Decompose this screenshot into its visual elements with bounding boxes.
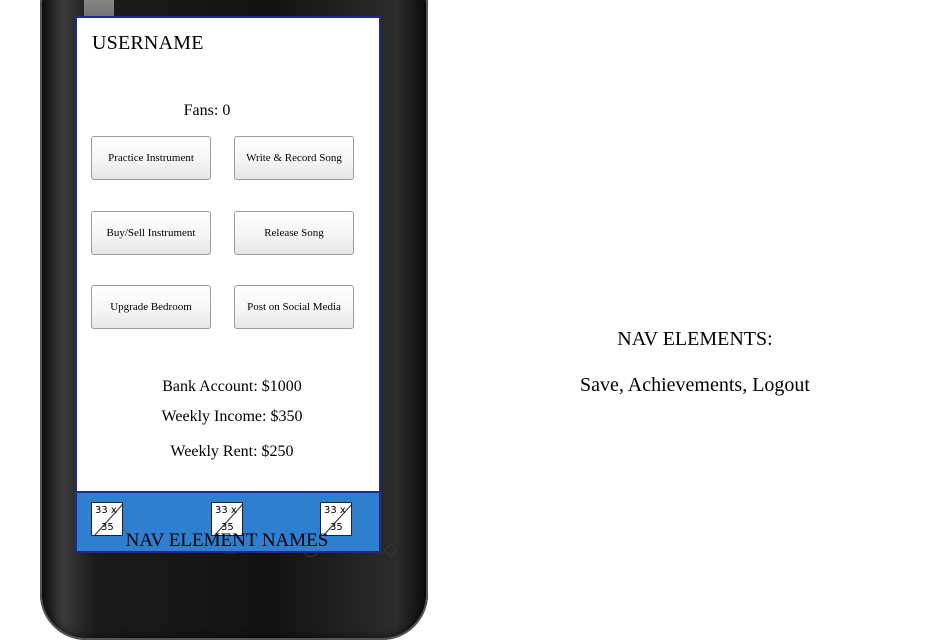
buy-sell-instrument-button[interactable]: Buy/Sell Instrument: [91, 211, 211, 255]
weekly-income-text: Weekly Income: $350: [161, 408, 303, 425]
nav-icon-size-top: 33 x: [215, 505, 237, 516]
post-social-media-button[interactable]: Post on Social Media: [234, 285, 354, 329]
username-label: USERNAME: [92, 32, 204, 54]
weekly-rent-text: Weekly Rent: $250: [170, 443, 294, 460]
nav-elements-heading: NAV ELEMENTS:: [617, 328, 773, 350]
nav-icon-size-top: 33 x: [324, 505, 346, 516]
app-screen: USERNAME Fans: 0 Practice Instrument Writ…: [75, 16, 381, 553]
upgrade-bedroom-button[interactable]: Upgrade Bedroom: [91, 285, 211, 329]
bank-account-text: Bank Account: $1000: [162, 378, 302, 395]
write-record-song-button[interactable]: Write & Record Song: [234, 136, 354, 180]
search-icon: ◇: [383, 538, 398, 560]
fans-label: Fans:: [183, 102, 219, 119]
nav-elements-list: Save, Achievements, Logout: [580, 374, 810, 396]
nav-icon-size-top: 33 x: [95, 505, 117, 516]
fans-value: 0: [222, 102, 231, 119]
bottom-nav-bar: 33 x 35 33 x 35 33 x 35 NAV ELEMENT NAME…: [77, 491, 379, 551]
release-song-button[interactable]: Release Song: [234, 211, 354, 255]
practice-instrument-button[interactable]: Practice Instrument: [91, 136, 211, 180]
fans-count: Fans: 0: [77, 102, 337, 120]
nav-element-names-label: NAV ELEMENT NAMES: [125, 530, 329, 551]
